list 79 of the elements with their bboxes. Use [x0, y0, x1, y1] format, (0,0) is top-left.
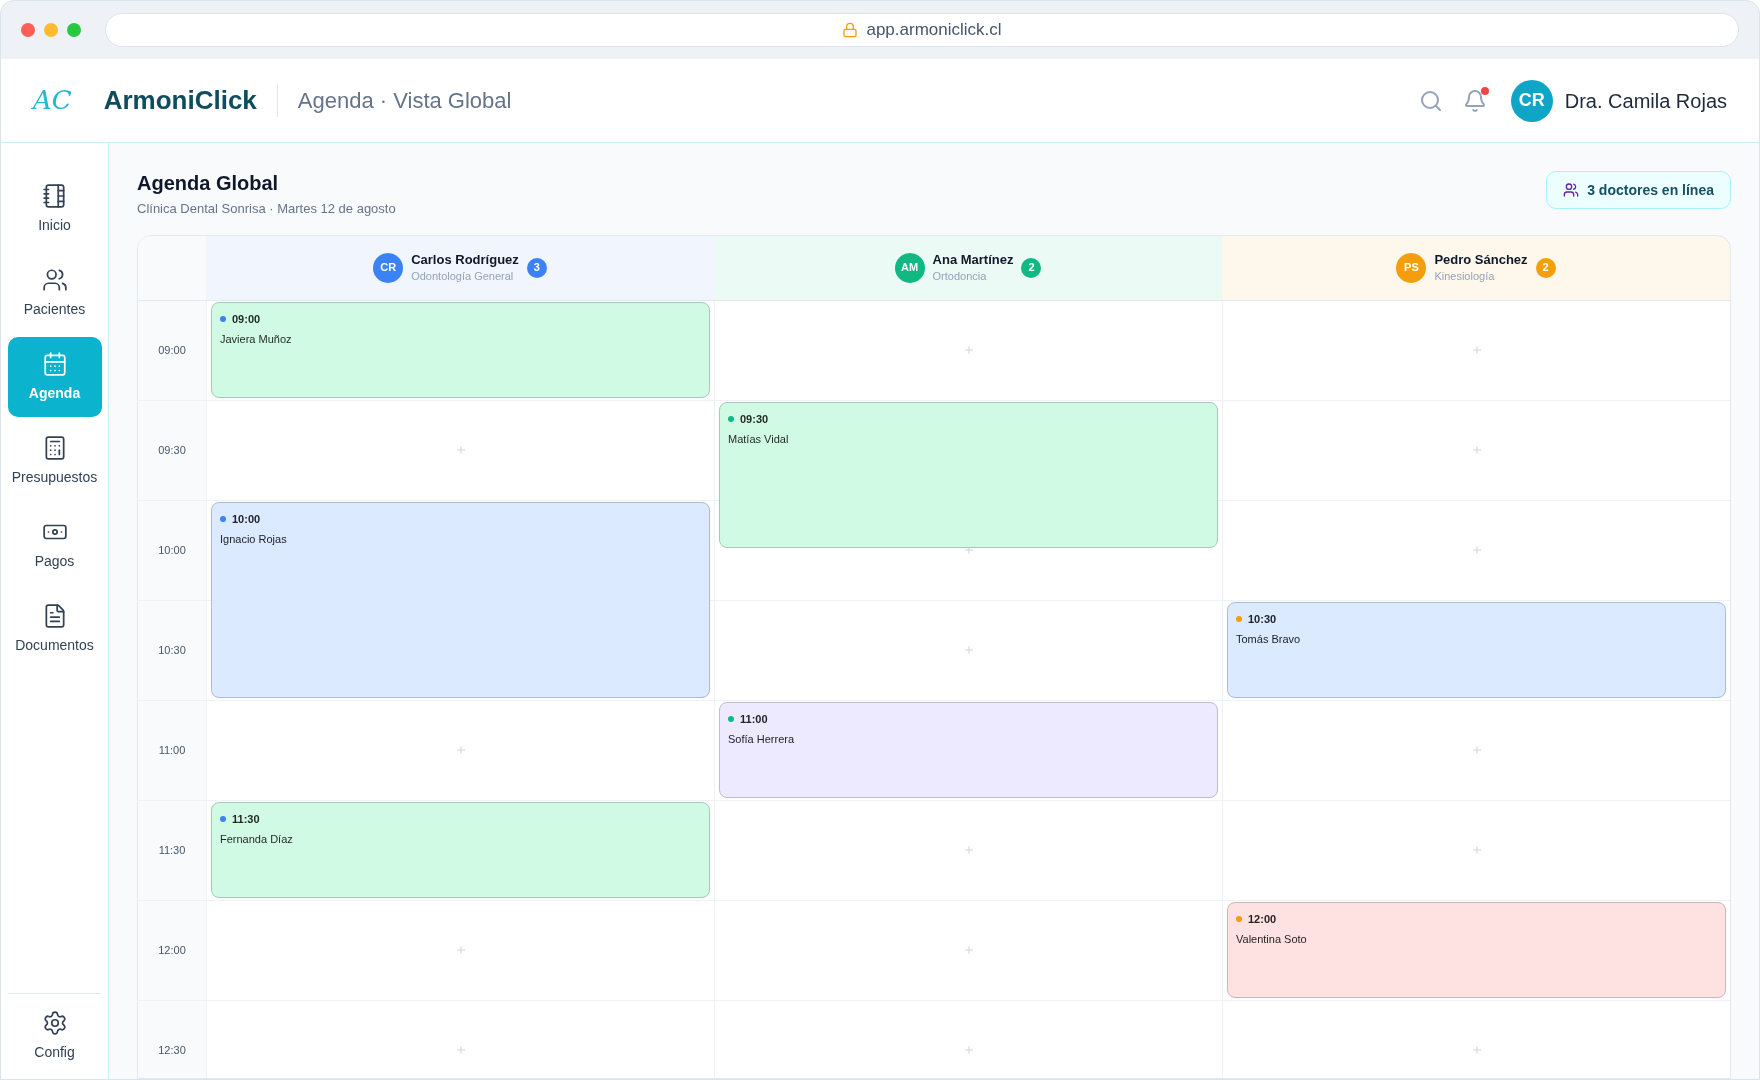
settings-icon — [41, 1010, 68, 1036]
time-label: 10:30 — [158, 642, 186, 658]
time-label: 10:00 — [158, 542, 186, 558]
add-slot-icon[interactable] — [962, 944, 975, 956]
add-slot-icon[interactable] — [454, 744, 467, 756]
doctor-name: Pedro Sánchez — [1434, 251, 1528, 268]
appointment-card[interactable]: 10:00 Ignacio Rojas — [211, 501, 710, 698]
lock-icon — [842, 22, 859, 38]
time-label: 12:30 — [158, 1042, 186, 1058]
appointment-time: 10:00 — [232, 511, 261, 527]
add-slot-icon[interactable] — [454, 444, 467, 456]
add-slot-icon[interactable] — [962, 344, 975, 356]
patient-name: Ignacio Rojas — [220, 532, 288, 547]
users-icon — [1563, 182, 1580, 198]
add-slot-icon[interactable] — [454, 1044, 467, 1056]
add-slot-icon[interactable] — [1470, 844, 1483, 856]
doctor-specialty: Kinesiología — [1434, 268, 1496, 284]
doctor-avatar: CR — [373, 252, 404, 283]
logo-mark: AC — [33, 84, 72, 117]
appointment-count-badge: 3 — [526, 257, 547, 278]
sidebar-item[interactable]: Presupuestos — [7, 421, 102, 501]
brand-name: ArmoniClick — [103, 84, 257, 117]
appointment-card[interactable]: 11:30 Fernanda Díaz — [211, 801, 710, 898]
doctor-specialty: Odontología General — [411, 268, 515, 284]
doctor-name: Carlos Rodríguez — [411, 251, 519, 268]
add-slot-icon[interactable] — [962, 644, 975, 656]
appointment-card[interactable]: 12:00 Valentina Soto — [1227, 901, 1726, 998]
sidebar-item[interactable]: Documentos — [7, 589, 102, 669]
address-bar[interactable]: app.armoniclick.cl — [105, 13, 1739, 47]
notifications-icon[interactable] — [1462, 88, 1487, 113]
notebook-icon — [41, 182, 68, 209]
time-label: 09:30 — [158, 442, 186, 458]
patient-name: Fernanda Díaz — [220, 832, 294, 847]
users-icon — [41, 266, 68, 293]
appointment-time: 11:30 — [232, 811, 260, 827]
online-doctors-text: 3 doctores en línea — [1587, 180, 1714, 200]
add-slot-icon[interactable] — [1470, 544, 1483, 556]
add-slot-icon[interactable] — [1470, 344, 1483, 356]
doctor-specialty: Ortodoncia — [932, 268, 988, 284]
page-title: Agenda · Vista Global — [297, 87, 512, 115]
appointment-card[interactable]: 10:30 Tomás Bravo — [1227, 601, 1726, 698]
add-slot-icon[interactable] — [962, 1044, 975, 1056]
url-text: app.armoniclick.cl — [866, 19, 1002, 42]
patient-name: Valentina Soto — [1236, 932, 1308, 947]
sidebar-item[interactable]: Pagos — [7, 505, 102, 585]
appointment-count-badge: 2 — [1535, 257, 1556, 278]
time-label: 12:00 — [158, 942, 186, 958]
add-slot-icon[interactable] — [1470, 744, 1483, 756]
appointment-time: 09:00 — [232, 311, 261, 327]
doctor-avatar: AM — [894, 252, 925, 283]
appointment-time: 12:00 — [1248, 911, 1277, 927]
appointment-card[interactable]: 09:30 Matías Vidal — [719, 401, 1218, 548]
time-label: 11:30 — [158, 842, 186, 858]
time-label: 11:00 — [158, 742, 186, 758]
doctor-avatar: PS — [1396, 252, 1427, 283]
patient-name: Javiera Muñoz — [220, 332, 293, 347]
user-name: Dra. Camila Rojas — [1564, 88, 1727, 114]
page-subtitle: Clínica Dental Sonrisa · Martes 12 de agosto — [137, 200, 396, 218]
search-icon[interactable] — [1418, 88, 1443, 113]
patient-name: Tomás Bravo — [1236, 632, 1302, 647]
config-item[interactable]: Config — [34, 1010, 75, 1063]
time-label: 09:00 — [158, 342, 186, 358]
appointment-time: 09:30 — [740, 411, 769, 427]
page-heading: Agenda Global — [137, 171, 280, 195]
appointment-time: 10:30 — [1248, 611, 1277, 627]
add-slot-icon[interactable] — [454, 944, 467, 956]
add-slot-icon[interactable] — [962, 844, 975, 856]
patient-name: Matías Vidal — [728, 432, 790, 447]
appointment-time: 11:00 — [740, 711, 768, 727]
sidebar-item[interactable]: Inicio — [7, 169, 102, 249]
doctor-name: Ana Martínez — [932, 251, 1014, 268]
patient-name: Sofía Herrera — [728, 732, 796, 747]
appointment-card[interactable]: 09:00 Javiera Muñoz — [211, 301, 710, 398]
add-slot-icon[interactable] — [1470, 444, 1483, 456]
appointment-count-badge: 2 — [1021, 257, 1042, 278]
calendar-icon — [41, 350, 68, 377]
add-slot-icon[interactable] — [1470, 1044, 1483, 1056]
appointment-card[interactable]: 11:00 Sofía Herrera — [719, 701, 1218, 798]
sidebar-item[interactable]: Pacientes — [7, 253, 102, 333]
